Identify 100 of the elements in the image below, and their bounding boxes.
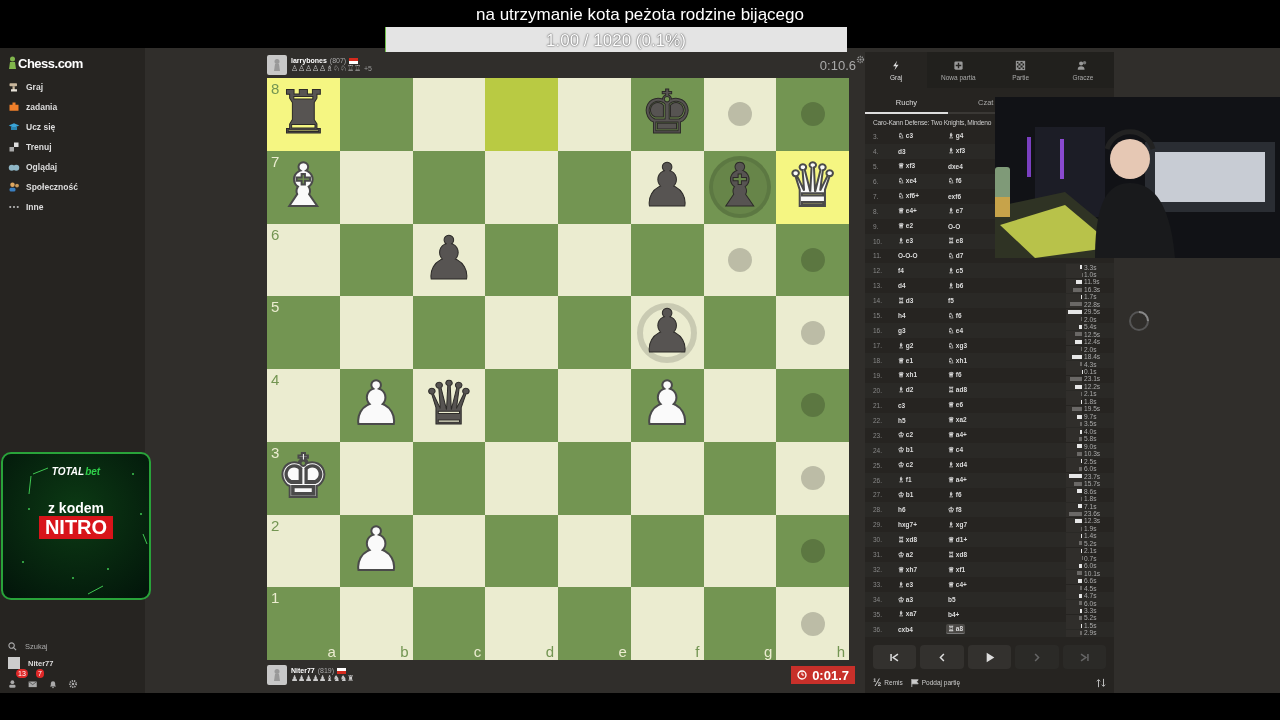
nav-item[interactable]: Graj <box>0 77 145 97</box>
board-square[interactable] <box>630 514 704 588</box>
board-square[interactable] <box>485 514 558 588</box>
captured-pieces: ♟♟♟♟♟♝♞♞♜ <box>291 675 354 683</box>
blocks-icon <box>8 141 20 153</box>
rank-label: 7 <box>271 152 280 170</box>
people-icon <box>8 181 20 193</box>
board-square[interactable] <box>703 223 777 297</box>
board-square[interactable] <box>630 441 704 515</box>
flag-icon <box>910 678 919 687</box>
bell-icon[interactable] <box>48 679 58 689</box>
search-icon <box>8 642 17 651</box>
timer-icon <box>797 670 808 680</box>
rank-label: 2 <box>271 516 280 534</box>
nav-item[interactable]: Trenuj <box>0 137 145 157</box>
nav-item[interactable]: Oglądaj <box>0 157 145 177</box>
flip-board-icon[interactable] <box>1096 677 1106 688</box>
board-square[interactable] <box>703 296 777 369</box>
puzzle-icon <box>8 101 20 113</box>
board-square[interactable] <box>412 514 486 588</box>
player-clock: 0:01.7 <box>791 666 855 684</box>
chess-piece[interactable]: ♟ <box>640 155 694 216</box>
board-square[interactable]: ♟ <box>412 223 486 297</box>
board-square[interactable]: ♟ <box>630 150 704 224</box>
board-square[interactable]: ♛ <box>412 369 486 442</box>
skip-back-icon <box>889 651 901 663</box>
brand-name: TOTAL <box>51 466 85 477</box>
file-label: a <box>327 643 336 660</box>
move-hint-dot <box>727 102 752 127</box>
board-square[interactable] <box>703 441 777 515</box>
chess-piece[interactable]: ♟ <box>421 227 476 288</box>
board-square[interactable] <box>703 369 777 442</box>
board-square[interactable] <box>339 150 413 224</box>
promo-code: NITRO <box>38 516 114 539</box>
board-square[interactable] <box>776 514 849 588</box>
board-square[interactable] <box>703 78 777 151</box>
move-hint-dot <box>727 247 752 272</box>
progress-label: 1.00 / 1020 (0.1%) <box>545 31 687 51</box>
rank-label: 8 <box>271 80 280 97</box>
rank-label: 5 <box>271 298 280 316</box>
friends-icon[interactable] <box>8 679 18 689</box>
capture-hint-ring <box>637 302 698 363</box>
captured-pieces: ♙♙♙♙♙♗♘♘♖♖ <box>291 65 361 73</box>
file-label: b <box>400 643 409 660</box>
site-logo: Chess.com <box>18 56 83 71</box>
file-label: e <box>618 643 627 660</box>
avatar-icon <box>267 665 287 685</box>
board-square[interactable] <box>776 223 849 297</box>
graduation-cap-icon <box>8 121 20 133</box>
file-label: c <box>473 643 482 660</box>
avatar-icon <box>267 55 287 75</box>
move-hint-dot <box>800 102 825 127</box>
board-square[interactable] <box>339 441 413 515</box>
flag-icon <box>349 57 359 64</box>
board-square[interactable] <box>485 223 558 297</box>
file-label: d <box>545 643 554 660</box>
board-square[interactable] <box>412 296 486 369</box>
board-square[interactable]: ♟ <box>630 296 704 369</box>
rank-label: 6 <box>271 225 280 243</box>
move-hint-dot <box>800 393 825 418</box>
play-icon <box>984 651 995 663</box>
file-label: f <box>695 643 700 660</box>
file-label: h <box>836 643 845 660</box>
board-square[interactable] <box>558 223 631 297</box>
move-nav-button[interactable] <box>967 645 1012 669</box>
flag-icon <box>337 667 347 674</box>
board-square[interactable] <box>703 514 777 588</box>
settings-icon[interactable] <box>68 679 78 689</box>
stream-caption: na utrzymanie kota pеżota rodzine bijącego <box>476 5 804 25</box>
settings-icon[interactable] <box>856 55 865 64</box>
nav-item[interactable]: Społeczność <box>0 177 145 197</box>
people-icon <box>1077 59 1089 71</box>
move-hint-dot <box>800 538 825 563</box>
chess-logo-icon <box>8 56 17 71</box>
board-square[interactable] <box>339 223 413 297</box>
skip-forward-icon <box>1078 651 1090 663</box>
brand-suffix: bet <box>85 466 101 477</box>
board-square[interactable] <box>412 150 486 224</box>
nav-item[interactable]: Inne <box>0 197 145 217</box>
avatar-icon <box>8 657 20 669</box>
ad-banner[interactable]: TOTALbet z kodem NITRO <box>1 452 151 600</box>
plus-icon <box>952 59 964 71</box>
rank-label: 1 <box>271 589 280 607</box>
board-square[interactable] <box>630 223 704 297</box>
chess-piece[interactable]: ♟ <box>640 300 694 361</box>
move-hint-dot <box>800 466 825 491</box>
nav-item[interactable]: Ucz się <box>0 117 145 137</box>
move-hint-dot <box>800 320 825 345</box>
board-icon <box>1015 59 1027 71</box>
rank-label: 4 <box>271 371 280 388</box>
mail-icon[interactable] <box>28 679 38 689</box>
chess-piece[interactable]: ♛ <box>421 373 476 434</box>
file-label: g <box>763 643 773 660</box>
board-square[interactable] <box>558 514 631 588</box>
nav-item[interactable]: zadania <box>0 97 145 117</box>
pawn-icon <box>8 81 20 93</box>
board-square[interactable] <box>412 441 486 515</box>
rank-label: 3 <box>271 443 280 461</box>
move-nav-button[interactable] <box>873 645 917 669</box>
loading-icon <box>1128 310 1150 332</box>
